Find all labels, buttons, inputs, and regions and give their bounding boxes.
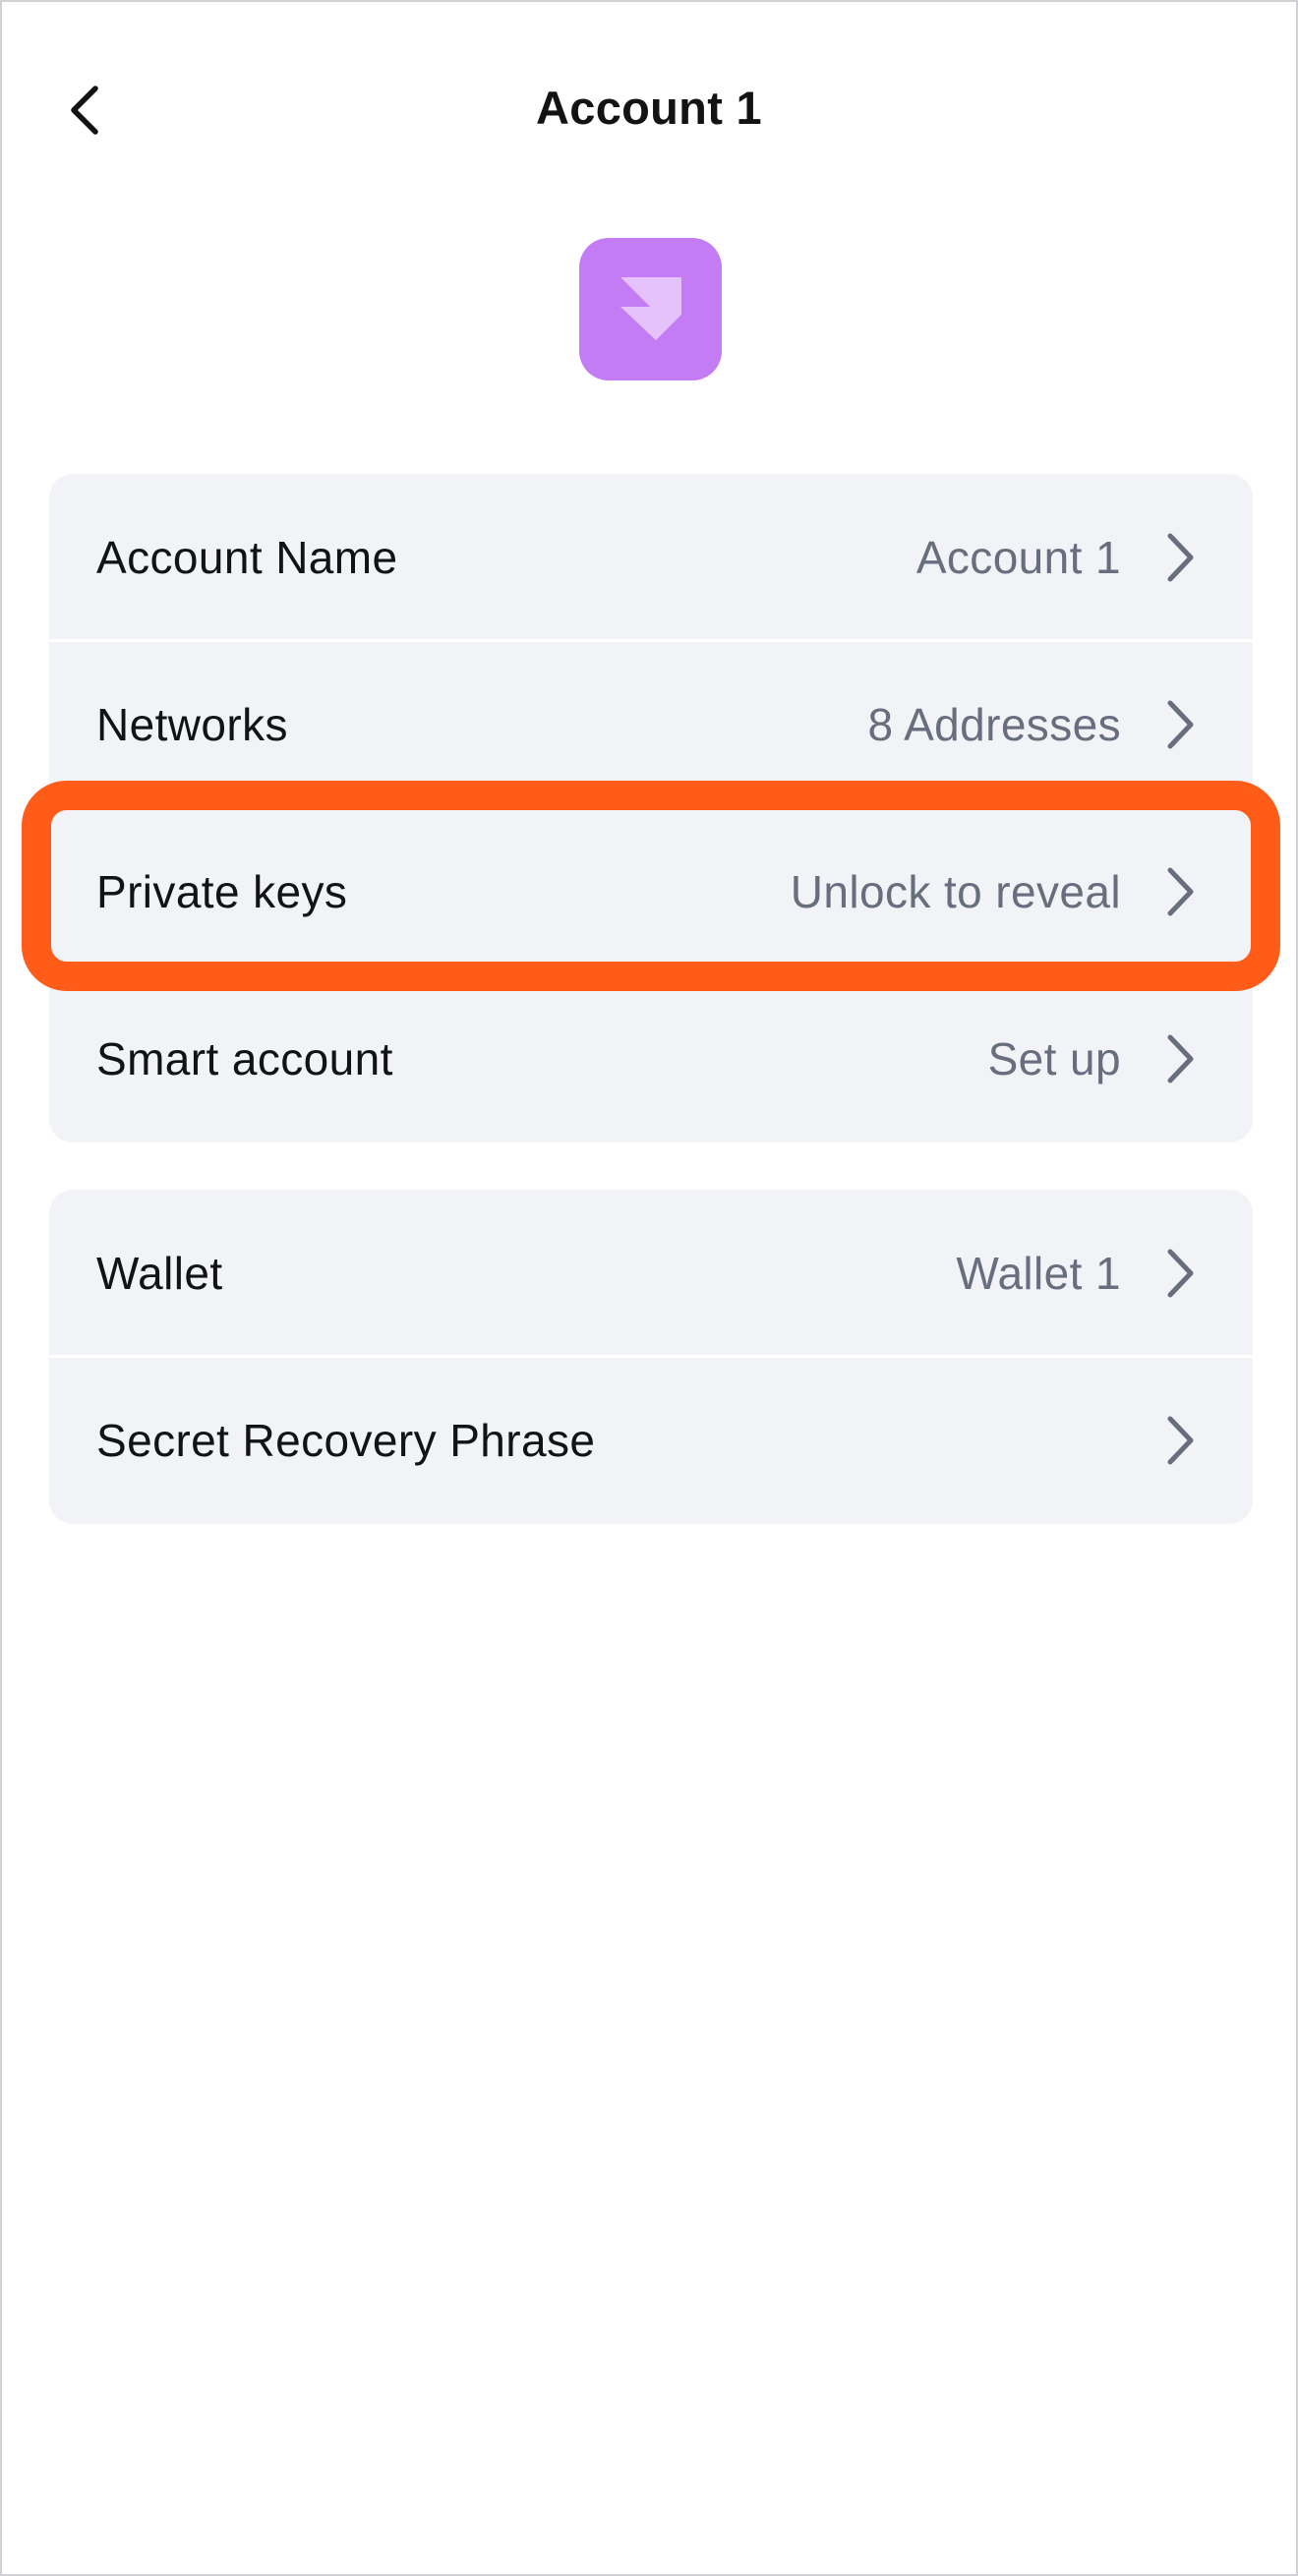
private-keys-value: Unlock to reveal — [790, 866, 1121, 917]
chevron-right-icon — [1160, 1413, 1200, 1468]
secret-recovery-phrase-row[interactable]: Secret Recovery Phrase — [49, 1357, 1253, 1524]
networks-label: Networks — [96, 699, 288, 750]
networks-row[interactable]: Networks 8 Addresses — [49, 641, 1253, 808]
chevron-right-icon — [1160, 1246, 1200, 1301]
account-name-label: Account Name — [96, 532, 398, 583]
wallet-settings-group: Wallet Wallet 1 Secret Recovery Phrase — [49, 1190, 1253, 1524]
header: Account 1 — [2, 61, 1296, 159]
page-title: Account 1 — [536, 82, 762, 134]
smart-account-value: Set up — [987, 1033, 1121, 1084]
networks-value: 8 Addresses — [867, 699, 1121, 750]
account-settings-group: Account Name Account 1 Networks 8 Addres… — [49, 474, 1253, 1142]
wallet-label: Wallet — [96, 1248, 223, 1299]
wallet-value: Wallet 1 — [956, 1248, 1121, 1299]
private-keys-row[interactable]: Private keys Unlock to reveal — [49, 808, 1253, 975]
chevron-right-icon — [1160, 530, 1200, 585]
account-avatar — [579, 238, 722, 381]
private-keys-label: Private keys — [96, 866, 348, 917]
account-name-row[interactable]: Account Name Account 1 — [49, 474, 1253, 641]
secret-recovery-phrase-label: Secret Recovery Phrase — [96, 1415, 596, 1466]
chevron-right-icon — [1160, 1031, 1200, 1086]
account-details-screen: Account 1 Account Name Account 1 Network… — [0, 0, 1298, 2576]
chevron-right-icon — [1160, 697, 1200, 752]
smart-account-row[interactable]: Smart account Set up — [49, 975, 1253, 1142]
account-name-value: Account 1 — [915, 532, 1121, 583]
smart-account-label: Smart account — [96, 1033, 393, 1084]
account-identicon — [620, 276, 681, 340]
chevron-right-icon — [1160, 864, 1200, 919]
wallet-row[interactable]: Wallet Wallet 1 — [49, 1190, 1253, 1357]
